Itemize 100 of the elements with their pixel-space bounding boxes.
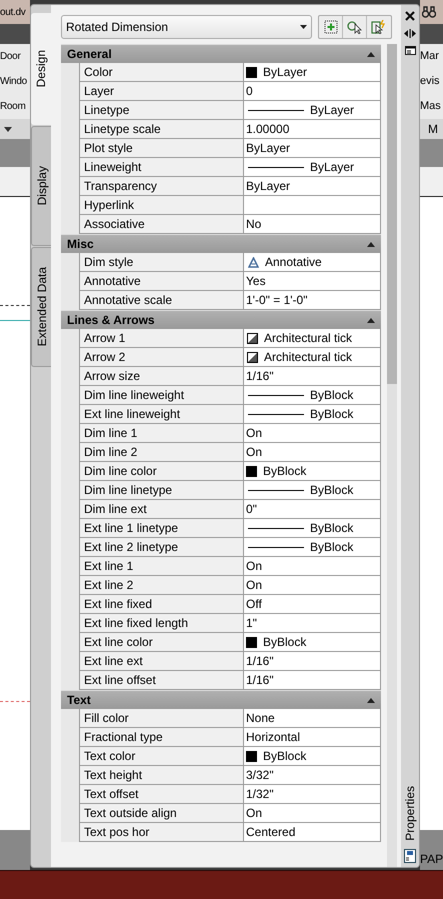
menu-icon[interactable]	[404, 46, 416, 55]
double-arrow-icon[interactable]	[404, 29, 416, 38]
property-name: Linetype	[79, 101, 243, 120]
property-value-cell[interactable]: ByBlock	[243, 747, 381, 766]
property-name: Ext line fixed length	[79, 614, 243, 633]
property-value-cell[interactable]: Centered	[243, 823, 381, 842]
ribbon-tool[interactable]: Door	[0, 49, 20, 64]
property-value-cell[interactable]: On	[243, 443, 381, 462]
property-value: 1/16"	[246, 672, 274, 689]
property-name: Ext line ext	[79, 652, 243, 671]
property-name: Dim line color	[79, 462, 243, 481]
ribbon-tab-bar	[0, 24, 30, 44]
section-header[interactable]: Lines & Arrows	[61, 310, 381, 329]
property-value-cell[interactable]: No	[243, 215, 381, 234]
section-header[interactable]: Misc	[61, 234, 381, 253]
property-value-cell[interactable]: Annotative	[243, 253, 381, 272]
property-value: On	[246, 577, 262, 594]
ribbon-tool[interactable]: evis	[420, 73, 440, 90]
property-value-cell[interactable]: ByLayer	[243, 139, 381, 158]
property-value-cell[interactable]: ByBlock	[243, 538, 381, 557]
property-value-cell[interactable]	[243, 196, 381, 215]
property-name: Dim line 1	[79, 424, 243, 443]
property-value-cell[interactable]: 1/32"	[243, 785, 381, 804]
property-value-cell[interactable]: 1.00000	[243, 120, 381, 139]
color-swatch-icon	[246, 466, 257, 476]
property-name: Linetype scale	[79, 120, 243, 139]
property-value-cell[interactable]: Architectural tick	[243, 329, 381, 348]
property-value-cell[interactable]: 0	[243, 82, 381, 101]
ribbon-tool[interactable]: Room	[0, 99, 26, 114]
property-name: Dim line linetype	[79, 481, 243, 500]
binoculars-icon[interactable]	[422, 6, 436, 18]
property-value-cell[interactable]: ByBlock	[243, 386, 381, 405]
property-value-cell[interactable]: ByBlock	[243, 633, 381, 652]
ribbon-tool[interactable]: Mar	[420, 48, 439, 65]
property-name: Arrow 2	[79, 348, 243, 367]
property-value: Annotative	[265, 254, 322, 271]
property-value-cell[interactable]: Horizontal	[243, 728, 381, 747]
file-tab-bar	[0, 139, 30, 167]
property-name: Text height	[79, 766, 243, 785]
property-value-cell[interactable]: ByBlock	[243, 519, 381, 538]
property-value-cell[interactable]: ByLayer	[243, 63, 381, 82]
property-name: Ext line color	[79, 633, 243, 652]
property-value-cell[interactable]: ByBlock	[243, 405, 381, 424]
section-header[interactable]: General	[61, 44, 381, 63]
section-header[interactable]: Text	[61, 690, 381, 709]
property-value-cell[interactable]: None	[243, 709, 381, 728]
property-value-cell[interactable]: ByBlock	[243, 462, 381, 481]
property-value: Centered	[246, 824, 296, 841]
property-value: ByBlock	[263, 463, 306, 480]
property-value-cell[interactable]: 1/16"	[243, 671, 381, 690]
caret-icon[interactable]	[4, 126, 12, 132]
property-value-cell[interactable]: 1/16"	[243, 367, 381, 386]
palette-tab[interactable]: Design	[31, 13, 51, 125]
property-value-cell[interactable]: Architectural tick	[243, 348, 381, 367]
property-name: Plot style	[79, 139, 243, 158]
property-value: ByLayer	[310, 159, 354, 176]
status-text: PAP	[420, 851, 443, 868]
properties-icon[interactable]	[404, 849, 416, 863]
scrollbar[interactable]	[387, 44, 397, 867]
palette-tab[interactable]: Extended Data	[31, 247, 51, 367]
property-value-cell[interactable]: 1/16"	[243, 652, 381, 671]
property-value-cell[interactable]: On	[243, 557, 381, 576]
command-line-area	[0, 830, 30, 870]
property-name: Text color	[79, 747, 243, 766]
palette-tab[interactable]: Display	[31, 126, 51, 246]
property-value-cell[interactable]: 1"	[243, 614, 381, 633]
panel-label: M	[428, 121, 438, 138]
property-value: 1.00000	[246, 121, 290, 138]
line-sample-icon	[248, 394, 304, 396]
property-value-cell[interactable]: Yes	[243, 272, 381, 291]
property-value-cell[interactable]: On	[243, 576, 381, 595]
property-value-cell[interactable]: 0"	[243, 500, 381, 519]
property-name: Text pos hor	[79, 823, 243, 842]
collapse-icon	[367, 698, 375, 702]
property-name: Arrow 1	[79, 329, 243, 348]
triangle-icon	[248, 256, 259, 268]
line-sample-icon	[248, 546, 304, 548]
property-value: None	[246, 710, 275, 727]
property-value-cell[interactable]: On	[243, 804, 381, 823]
property-value-cell[interactable]: ByLayer	[243, 158, 381, 177]
property-value: ByBlock	[310, 539, 354, 556]
color-swatch-icon	[246, 66, 257, 78]
ribbon-tool[interactable]: Mas	[420, 98, 441, 115]
property-value: 1/16"	[246, 653, 274, 670]
property-value-cell[interactable]: Off	[243, 595, 381, 614]
close-icon[interactable]	[405, 11, 415, 21]
tick-icon	[247, 352, 258, 362]
property-value-cell[interactable]: ByLayer	[243, 101, 381, 120]
property-name: Dim line ext	[79, 500, 243, 519]
property-value-cell[interactable]: 1'-0" = 1'-0"	[243, 291, 381, 310]
property-value: 1/32"	[246, 786, 274, 803]
property-value: On	[246, 805, 262, 822]
property-value-cell[interactable]: On	[243, 424, 381, 443]
property-value-cell[interactable]: ByBlock	[243, 481, 381, 500]
property-value-cell[interactable]: 3/32"	[243, 766, 381, 785]
property-value-cell[interactable]: ByLayer	[243, 177, 381, 196]
object-type-dropdown[interactable]: Rotated Dimension	[61, 15, 312, 39]
property-name: Ext line 1	[79, 557, 243, 576]
property-value: 1"	[246, 615, 257, 632]
ribbon-tool[interactable]: Windo	[0, 74, 27, 89]
